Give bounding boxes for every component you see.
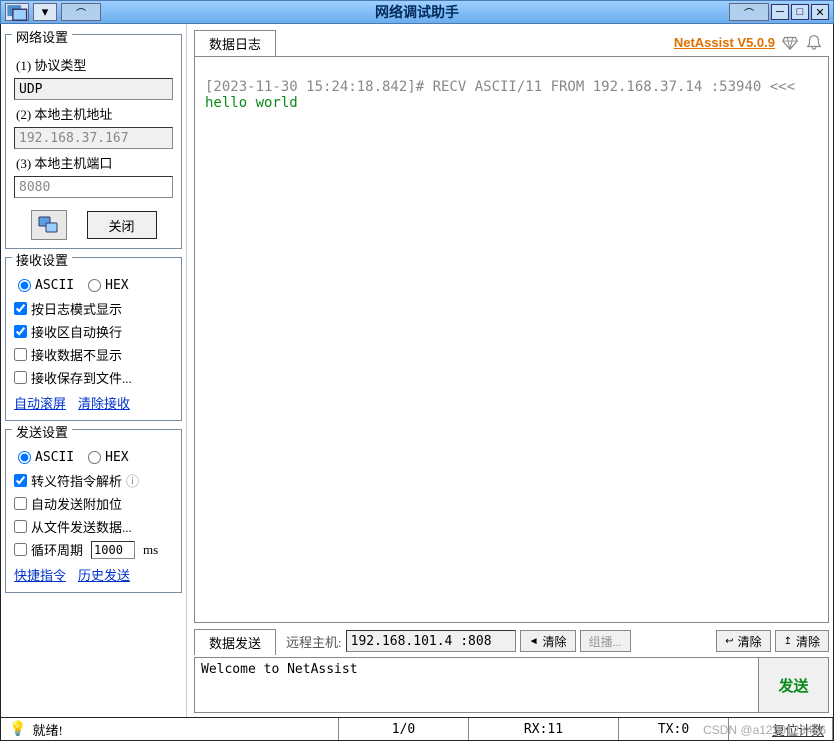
receive-settings-group: 接收设置 ASCII HEX 按日志模式显示 接收区自动换行 接收数据不显示 接… — [5, 257, 182, 421]
app-icon — [5, 3, 29, 21]
windows-icon — [37, 213, 61, 237]
recv-logmode-check[interactable]: 按日志模式显示 — [14, 299, 173, 318]
content-area: 数据日志 NetAssist V5.0.9 [2023-11-30 15:24:… — [190, 24, 833, 717]
recv-nodisplay-check[interactable]: 接收数据不显示 — [14, 345, 173, 364]
send-button[interactable]: 发送 — [759, 657, 829, 713]
window-title: 网络调试助手 — [375, 2, 459, 22]
bulb-icon: 💡 — [9, 721, 26, 738]
connection-icon-button[interactable] — [31, 210, 67, 240]
minimize-button[interactable]: ─ — [771, 4, 789, 20]
status-tx: TX:0 — [619, 718, 729, 740]
remote-host-input[interactable] — [347, 631, 524, 651]
close-connection-button[interactable]: 关闭 — [87, 211, 157, 239]
up-icon: ↥ — [784, 636, 792, 647]
recv-autowrap-check[interactable]: 接收区自动换行 — [14, 322, 173, 341]
send-fromfile-check[interactable]: 从文件发送数据... — [14, 517, 173, 536]
send-history-link[interactable]: 历史发送 — [78, 565, 130, 584]
reset-counter-link[interactable]: 复位计数 — [729, 718, 833, 740]
quick-cmd-link[interactable]: 快捷指令 — [14, 565, 66, 584]
clear-send-button[interactable]: ↩清除 — [716, 630, 770, 652]
hostaddr-value[interactable] — [15, 128, 186, 148]
data-log-tab[interactable]: 数据日志 — [194, 30, 276, 56]
redo-icon: ↩ — [725, 636, 733, 647]
info-icon[interactable]: ⓘ — [126, 471, 139, 490]
arrow-left-icon: ◄ — [529, 636, 539, 647]
clear-remote-button[interactable]: ◄清除 — [520, 630, 576, 652]
hostport-label: (3) 本地主机端口 — [16, 153, 173, 172]
dropdown-toggle-icon[interactable]: ▾ — [33, 3, 57, 21]
network-group-title: 网络设置 — [12, 27, 72, 46]
log-line-data: hello world — [205, 95, 818, 111]
recv-ascii-radio[interactable]: ASCII — [18, 278, 74, 293]
send-escape-check[interactable]: 转义符指令解析 ⓘ — [14, 471, 173, 490]
recv-savefile-check[interactable]: 接收保存到文件... — [14, 368, 173, 387]
send-hex-radio[interactable]: HEX — [88, 450, 128, 465]
remote-host-label: 远程主机: — [286, 632, 342, 651]
log-textarea[interactable]: [2023-11-30 15:24:18.842]# RECV ASCII/11… — [194, 56, 829, 623]
loop-period-input[interactable] — [91, 541, 135, 559]
send-textarea[interactable] — [194, 657, 759, 713]
multicast-button[interactable]: 组播... — [580, 630, 631, 652]
hostaddr-combo[interactable]: ▼ — [14, 127, 173, 149]
titlebar-notch-left: ⌒ — [61, 3, 101, 21]
network-settings-group: 网络设置 (1) 协议类型 ▼ (2) 本地主机地址 ▼ (3) 本地主机端口 … — [5, 34, 182, 249]
send-settings-group: 发送设置 ASCII HEX 转义符指令解析 ⓘ 自动发送附加位 从文件发送数据… — [5, 429, 182, 593]
send-autoappend-check[interactable]: 自动发送附加位 — [14, 494, 173, 513]
hostport-input[interactable] — [14, 176, 173, 198]
recv-group-title: 接收设置 — [12, 250, 72, 269]
clear-recv-link[interactable]: 清除接收 — [78, 393, 130, 412]
bell-icon[interactable] — [805, 33, 823, 51]
gem-icon[interactable] — [781, 33, 799, 51]
data-send-tab[interactable]: 数据发送 — [194, 629, 276, 655]
send-group-title: 发送设置 — [12, 422, 72, 441]
statusbar: 💡 就绪! 1/0 RX:11 TX:0 复位计数 — [0, 717, 834, 741]
protocol-value[interactable] — [15, 79, 186, 99]
titlebar-notch-right: ⌒ — [729, 3, 769, 21]
protocol-combo[interactable]: ▼ — [14, 78, 173, 100]
clear-send-button-2[interactable]: ↥清除 — [775, 630, 829, 652]
close-button[interactable]: ✕ — [811, 4, 829, 20]
titlebar: ▾ ⌒ 网络调试助手 ⌒ ─ □ ✕ — [0, 0, 834, 24]
send-loop-check[interactable]: 循环周期ms — [14, 540, 173, 559]
recv-hex-radio[interactable]: HEX — [88, 278, 128, 293]
send-ascii-radio[interactable]: ASCII — [18, 450, 74, 465]
protocol-label: (1) 协议类型 — [16, 55, 173, 74]
autoscroll-link[interactable]: 自动滚屏 — [14, 393, 66, 412]
status-ready: 💡 就绪! — [1, 718, 339, 740]
status-counter: 1/0 — [339, 718, 469, 740]
hostaddr-label: (2) 本地主机地址 — [16, 104, 173, 123]
log-line-meta: [2023-11-30 15:24:18.842]# RECV ASCII/11… — [205, 79, 818, 95]
remote-host-combo[interactable]: ▼ — [346, 630, 516, 652]
maximize-button[interactable]: □ — [791, 4, 809, 20]
version-link[interactable]: NetAssist V5.0.9 — [674, 35, 775, 50]
status-rx: RX:11 — [469, 718, 619, 740]
settings-sidebar: 网络设置 (1) 协议类型 ▼ (2) 本地主机地址 ▼ (3) 本地主机端口 … — [1, 24, 186, 717]
